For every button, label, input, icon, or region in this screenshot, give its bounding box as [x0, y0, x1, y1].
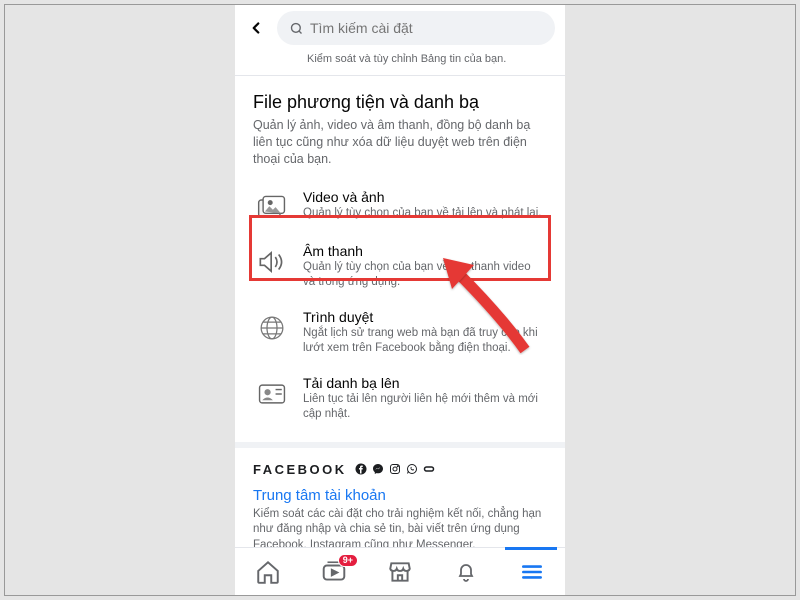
item-browser[interactable]: Trình duyệt Ngắt lịch sử trang web mà bạ…	[253, 300, 547, 366]
top-bar	[235, 5, 565, 53]
previous-item-tail: Kiểm soát và tùy chỉnh Bảng tin của bạn.	[235, 53, 565, 76]
instagram-icon	[389, 463, 401, 475]
brand-word: FACEBOOK	[253, 462, 347, 477]
active-tab-indicator	[505, 547, 557, 550]
facebook-circle-icon	[355, 463, 367, 475]
photo-stack-icon	[255, 191, 289, 225]
speaker-icon	[255, 245, 289, 279]
globe-icon	[255, 311, 289, 345]
search-icon	[289, 21, 304, 36]
item-title: Trình duyệt	[303, 309, 545, 325]
facebook-brand-row: FACEBOOK	[253, 458, 547, 487]
account-center-desc: Kiểm soát các cài đặt cho trải nghiệm kế…	[253, 507, 547, 547]
section-title: File phương tiện và danh bạ	[253, 92, 547, 113]
bottom-nav: 9+	[235, 547, 565, 595]
item-upload-contacts[interactable]: Tải danh bạ lên Liên tục tải lên người l…	[253, 366, 547, 432]
content-scroll[interactable]: File phương tiện và danh bạ Quản lý ảnh,…	[235, 76, 565, 547]
search-box[interactable]	[277, 11, 555, 45]
whatsapp-icon	[406, 463, 418, 475]
item-title: Tải danh bạ lên	[303, 375, 545, 391]
nav-watch[interactable]: 9+	[314, 552, 354, 592]
section-desc: Quản lý ảnh, video và âm thanh, đồng bộ …	[253, 117, 547, 168]
nav-home[interactable]	[248, 552, 288, 592]
item-title: Video và ảnh	[303, 189, 545, 205]
search-input[interactable]	[310, 20, 543, 36]
hamburger-icon	[519, 559, 545, 585]
item-title: Âm thanh	[303, 243, 545, 259]
home-icon	[255, 559, 281, 585]
nav-marketplace[interactable]	[380, 552, 420, 592]
item-video-photo[interactable]: Video và ảnh Quản lý tùy chọn của bạn về…	[253, 180, 547, 234]
brand-app-icons	[355, 463, 435, 475]
marketplace-icon	[387, 559, 413, 585]
phone-screen: Kiểm soát và tùy chỉnh Bảng tin của bạn.…	[235, 5, 565, 595]
outer-frame: Kiểm soát và tùy chỉnh Bảng tin của bạn.…	[4, 4, 796, 596]
nav-menu[interactable]	[512, 552, 552, 592]
bell-icon	[454, 560, 478, 584]
item-sound[interactable]: Âm thanh Quản lý tùy chọn của bạn về âm …	[253, 234, 547, 300]
messenger-icon	[372, 463, 384, 475]
chevron-left-icon	[247, 19, 265, 37]
item-desc: Quản lý tùy chọn của bạn về tải lên và p…	[303, 206, 545, 222]
item-desc: Ngắt lịch sử trang web mà bạn đã truy cậ…	[303, 326, 545, 357]
section-divider	[235, 442, 565, 448]
oculus-icon	[423, 463, 435, 475]
item-desc: Quản lý tùy chọn của bạn về âm thanh vid…	[303, 260, 545, 291]
watch-badge: 9+	[338, 554, 358, 567]
contact-card-icon	[255, 377, 289, 411]
account-center-link[interactable]: Trung tâm tài khoản	[253, 487, 547, 504]
item-desc: Liên tục tải lên người liên hệ mới thêm …	[303, 392, 545, 423]
back-button[interactable]	[245, 17, 267, 39]
nav-notifications[interactable]	[446, 552, 486, 592]
